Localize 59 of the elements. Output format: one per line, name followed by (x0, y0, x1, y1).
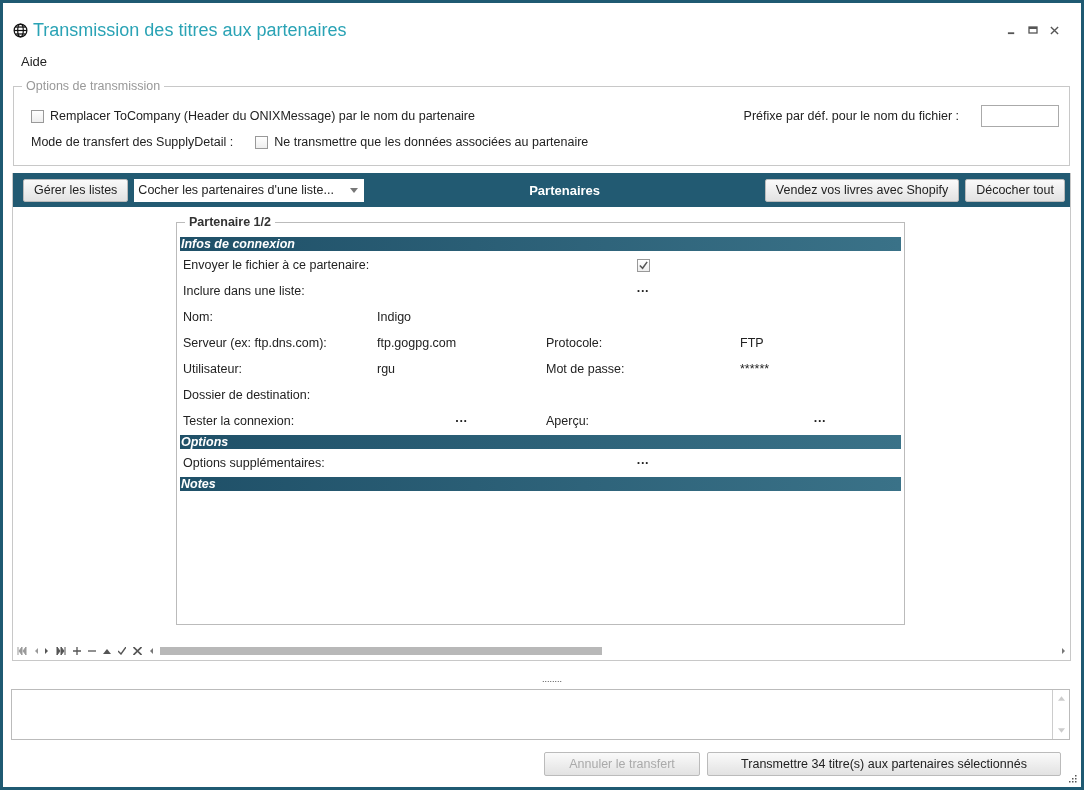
checkbox[interactable] (255, 135, 269, 149)
section-header: Options (180, 435, 901, 449)
dropdown-caret-icon (350, 187, 359, 193)
field-label: Envoyer le fichier à ce partenaire: (183, 258, 371, 272)
scroll-left-icon[interactable] (149, 647, 153, 655)
section-header: Notes (180, 477, 901, 491)
minus-icon[interactable] (88, 647, 96, 655)
next-icon[interactable] (45, 647, 49, 655)
first-icon[interactable] (17, 647, 27, 655)
group-legend: Partenaire 1/2 (185, 215, 275, 229)
list-dropdown[interactable]: Cocher les partenaires d'une liste... (134, 178, 365, 202)
field-label: Inclure dans une liste: (183, 284, 306, 298)
ellipsis-button[interactable]: ··· (813, 414, 827, 428)
prefix-input[interactable] (981, 105, 1059, 127)
shopify-button[interactable]: Vendez vos livres avec Shopify (764, 178, 960, 202)
group-legend: Options de transmission (22, 79, 165, 93)
field-value: ftp.gogpg.com (377, 336, 458, 350)
send-button[interactable]: Transmettre 34 titre(s) aux partenaires sélectionnés (707, 752, 1061, 776)
scroll-right-icon[interactable] (1062, 647, 1066, 655)
close-icon[interactable] (1050, 25, 1059, 35)
uncheck-all-button[interactable]: Décocher tout (965, 178, 1065, 202)
field-value: rgu (377, 362, 397, 376)
mode-label: Mode de transfert des SupplyDetail : (31, 135, 234, 149)
toolbar-title: Partenaires (528, 182, 601, 198)
window-title: Transmission des titres aux partenaires (33, 19, 347, 41)
cross-icon[interactable] (133, 647, 142, 655)
manage-lists-button[interactable]: Gérer les listes (23, 178, 129, 202)
horizontal-scrollbar[interactable] (160, 647, 602, 655)
plus-icon[interactable] (73, 647, 81, 655)
up-icon[interactable] (103, 648, 111, 654)
globe-icon (13, 22, 28, 38)
checkbox[interactable] (636, 258, 650, 272)
ellipsis-button[interactable]: ··· (636, 284, 650, 298)
field-label: Utilisateur: (183, 362, 244, 376)
field-value: Indigo (377, 310, 413, 324)
field-label: Serveur (ex: ftp.dns.com): (183, 336, 328, 350)
field-value: FTP (740, 336, 765, 350)
checkbox-label: Remplacer ToCompany (Header du ONIXMessage) par le nom du partenaire (50, 109, 475, 123)
ellipsis-button[interactable]: ··· (455, 414, 468, 428)
field-label: Protocole: (546, 336, 604, 350)
maximize-icon[interactable] (1028, 25, 1038, 35)
ellipsis-button[interactable]: ··· (636, 456, 650, 470)
field-label: Nom: (183, 310, 214, 324)
previous-icon[interactable] (34, 647, 38, 655)
section-header: Infos de connexion (180, 237, 901, 251)
last-icon[interactable] (56, 647, 66, 655)
field-label: Dossier de destination: (183, 388, 312, 402)
field-label: Tester la connexion: (183, 414, 296, 428)
field-label: Options supplémentaires: (183, 456, 326, 470)
checkbox[interactable] (31, 109, 44, 123)
resize-grip-icon[interactable] (1069, 775, 1077, 783)
check-icon[interactable] (118, 647, 126, 655)
field-value: ****** (740, 362, 771, 376)
prefix-label: Préfixe par déf. pour le nom du fichier : (743, 109, 959, 123)
field-label: Mot de passe: (546, 362, 626, 376)
splitter-handle[interactable]: ........ (542, 674, 562, 684)
menu-item[interactable]: Aide (21, 54, 48, 69)
field-label: Aperçu: (546, 414, 591, 428)
checkbox-label: Ne transmettre que les données associées au partenaire (274, 135, 589, 149)
